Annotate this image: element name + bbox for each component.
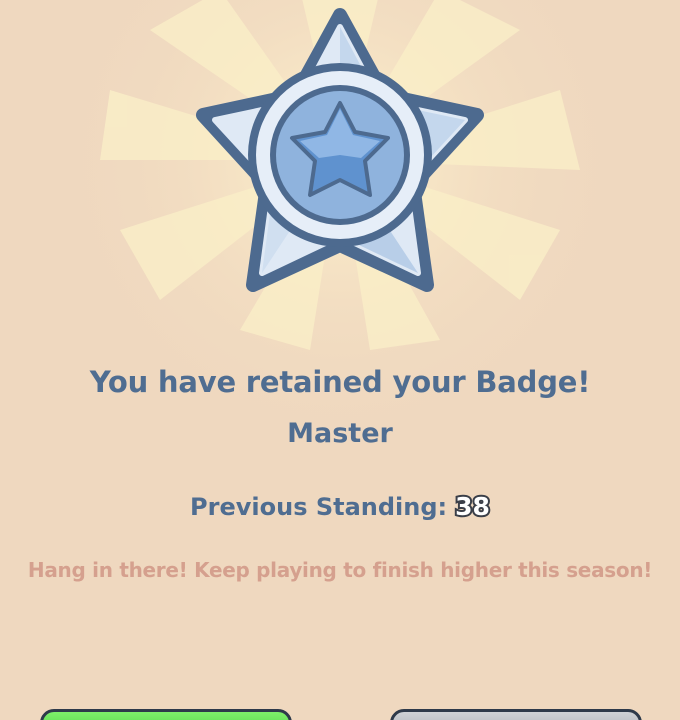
star-badge-icon (185, 5, 495, 305)
standing-value: 38 (453, 490, 492, 523)
badge-name: Master (287, 418, 393, 449)
secondary-button[interactable] (390, 709, 642, 720)
previous-standing: Previous Standing: 38 (0, 490, 680, 523)
encouragement-message: Hang in there! Keep playing to finish hi… (27, 558, 653, 582)
standing-label: Previous Standing: (190, 493, 448, 521)
result-title: You have retained your Badge! (89, 365, 591, 399)
primary-button[interactable] (40, 709, 292, 720)
